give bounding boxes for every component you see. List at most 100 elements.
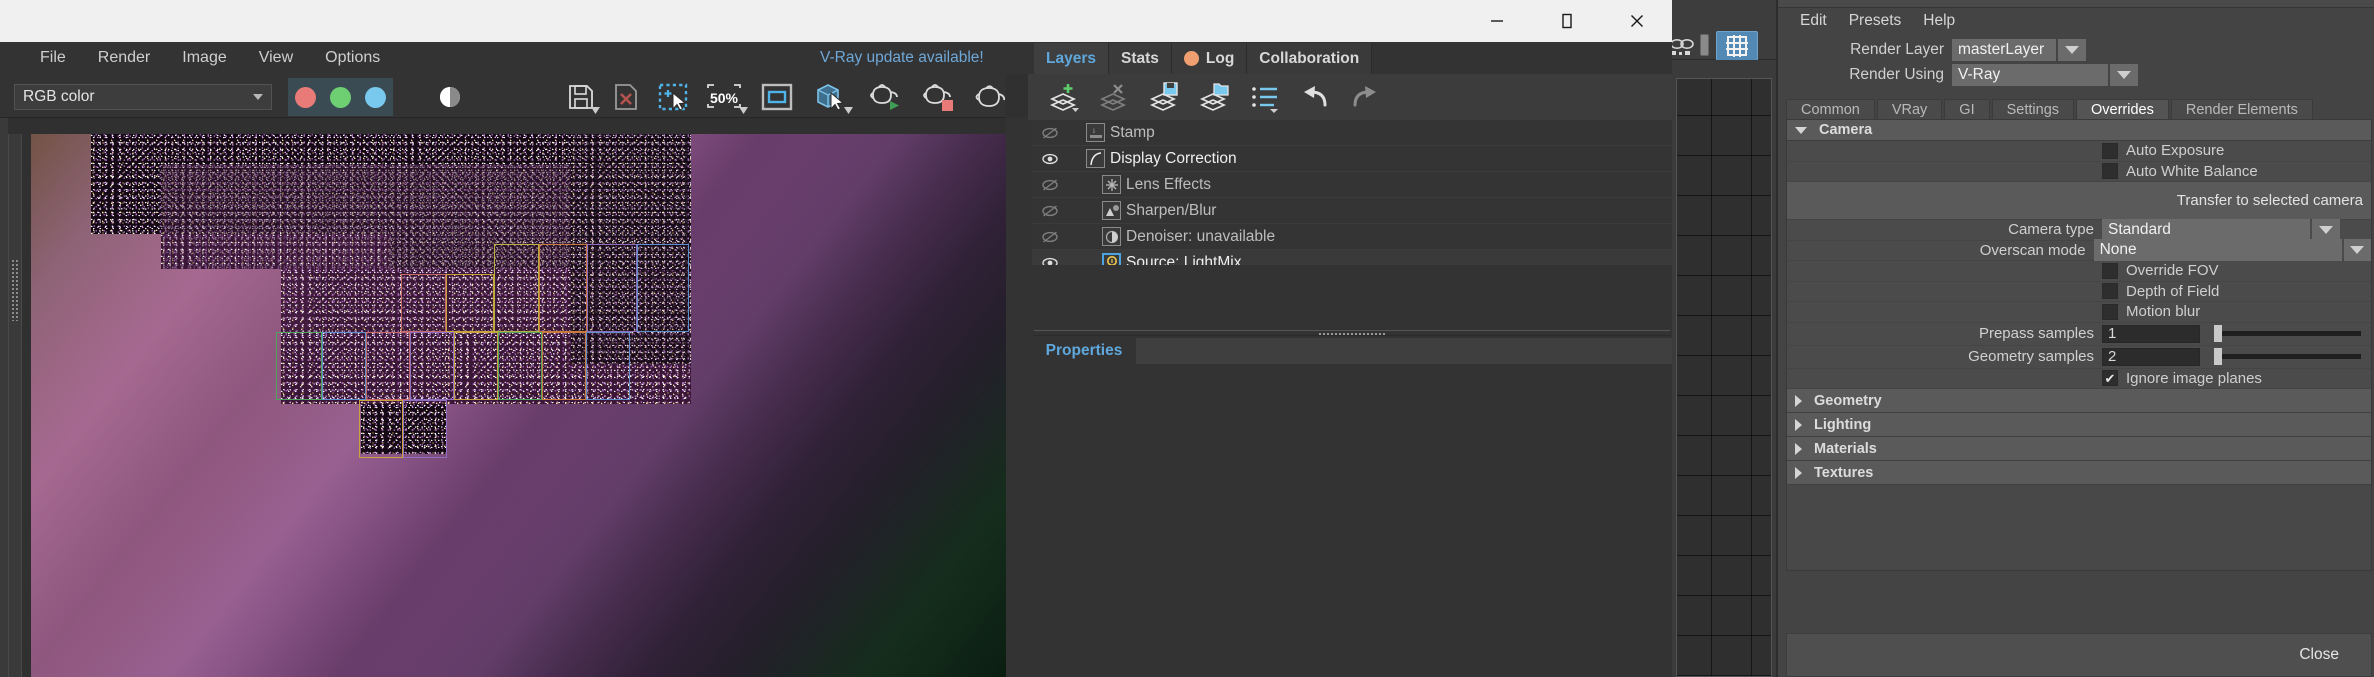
slider-thumb[interactable] [2214,348,2222,365]
green-channel-icon[interactable] [323,78,358,116]
render-using-dropdown-arrow[interactable] [2110,64,2138,86]
tab-gi[interactable]: GI [1944,99,1990,120]
auto-exposure-checkbox[interactable] [2102,142,2118,159]
window-titlebar[interactable] [0,0,1672,42]
scrollbar-grip[interactable] [11,259,19,321]
delete-layer-icon[interactable] [1092,77,1138,117]
tab-layers[interactable]: Layers [1034,43,1109,74]
geometry-samples-slider[interactable] [2214,348,2361,365]
tab-collaboration[interactable]: Collaboration [1247,43,1373,74]
menu-edit[interactable]: Edit [1800,12,1827,30]
maximize-button[interactable] [1532,0,1602,42]
prepass-samples-field[interactable]: 1 [2102,324,2200,343]
auto-white-balance-checkbox[interactable] [2102,163,2118,180]
pick-object-icon[interactable] [807,80,853,114]
image-vertical-scrollbar[interactable] [8,134,22,677]
table-row[interactable]: Denoiser: unavailable [1032,224,1672,250]
depth-of-field-checkbox[interactable] [2102,283,2118,300]
grid-snap-icon[interactable] [1716,31,1758,61]
load-layers-icon[interactable] [1192,77,1238,117]
menu-options[interactable]: Options [309,42,396,74]
overscan-mode-select[interactable]: None [2093,239,2342,262]
render-layer-select[interactable]: masterLayer [1952,39,2056,61]
menu-image[interactable]: Image [166,42,242,74]
vfb-vertical-splitter[interactable] [1006,118,1028,677]
render-using-row: Render Using V-Ray [1778,63,2374,87]
minimize-button[interactable] [1462,0,1532,42]
maya-viewport[interactable] [1672,60,1776,677]
tab-stats[interactable]: Stats [1108,43,1172,74]
tab-log[interactable]: Log [1171,43,1248,74]
blue-channel-icon[interactable] [358,78,393,116]
tab-settings[interactable]: Settings [1991,99,2075,120]
lighting-section-header[interactable]: Lighting [1787,413,2371,437]
table-row[interactable]: Lens Effects [1032,172,1672,198]
vray-update-notice[interactable]: V-Ray update available! [820,42,984,74]
menu-presets[interactable]: Presets [1849,12,1902,30]
channel-select-value: RGB color [23,88,95,105]
table-row[interactable]: Display Correction [1032,146,1672,172]
menu-view[interactable]: View [243,42,309,74]
blue-dot [365,86,386,108]
overscan-mode-dropdown-arrow[interactable] [2343,239,2371,262]
geometry-section-header[interactable]: Geometry [1787,389,2371,413]
start-render-icon[interactable] [862,80,908,114]
save-layers-icon[interactable] [1142,77,1188,117]
auto-white-balance-label: Auto White Balance [2126,162,2258,180]
tab-render-elements[interactable]: Render Elements [2170,99,2313,120]
save-image-icon[interactable] [560,80,602,114]
layer-visibility-toggle[interactable] [1032,152,1068,166]
camera-type-select[interactable]: Standard [2102,218,2310,241]
slider-thumb[interactable] [2214,325,2222,342]
properties-header: Properties [1032,338,1672,364]
render-image-view[interactable] [31,134,1006,677]
motion-blur-checkbox[interactable] [2102,303,2118,320]
tab-vray[interactable]: VRay [1876,99,1943,120]
layer-visibility-toggle[interactable] [1032,126,1068,140]
table-row[interactable]: i Stamp [1032,120,1672,146]
tab-common[interactable]: Common [1786,99,1875,120]
close-button[interactable] [1602,0,1672,42]
menu-help[interactable]: Help [1923,12,1955,30]
ignore-image-planes-checkbox[interactable] [2102,370,2118,387]
render-last-icon[interactable] [968,80,1012,114]
add-layer-icon[interactable] [1042,77,1088,117]
layers-properties-splitter[interactable] [1034,330,1670,337]
channel-select[interactable]: RGB color [14,84,272,110]
stop-render-icon[interactable] [915,80,961,114]
camera-section-header[interactable]: Camera [1787,120,2371,141]
clear-image-icon[interactable] [605,80,647,114]
layer-visibility-toggle[interactable] [1032,204,1068,218]
layer-presets-icon[interactable] [1242,77,1288,117]
camera-type-dropdown-arrow[interactable] [2312,218,2340,241]
layer-visibility-toggle[interactable] [1032,178,1068,192]
table-row[interactable]: Sharpen/Blur [1032,198,1672,224]
alpha-channel-icon[interactable] [432,80,468,114]
fit-to-window-icon[interactable] [755,80,799,114]
close-button[interactable]: Close [2299,646,2339,664]
geometry-samples-field[interactable]: 2 [2102,347,2200,366]
layer-visibility-toggle[interactable] [1032,230,1068,244]
layer-name: Display Correction [1110,149,1237,167]
textures-section-header[interactable]: Textures [1787,461,2371,485]
geometry-section-title: Geometry [1814,392,1882,409]
tab-overrides[interactable]: Overrides [2076,99,2169,120]
redo-icon[interactable] [1342,77,1388,117]
zoom-level-icon[interactable]: 50% [700,80,748,114]
chevron-down-icon [2319,225,2333,234]
render-layer-dropdown-arrow[interactable] [2058,39,2086,61]
region-render-icon[interactable] [652,80,694,114]
red-channel-icon[interactable] [288,78,323,116]
maya-slider-handle[interactable] [1700,34,1709,56]
prepass-samples-slider[interactable] [2214,325,2361,342]
menu-file[interactable]: File [24,42,82,74]
override-fov-checkbox[interactable] [2102,262,2118,279]
splitter-grip[interactable] [1318,332,1386,337]
materials-section-header[interactable]: Materials [1787,437,2371,461]
properties-title: Properties [1032,338,1136,364]
menu-render[interactable]: Render [82,42,166,74]
transfer-to-selected-camera-button[interactable]: Transfer to selected camera [1787,182,2371,220]
undo-icon[interactable] [1292,77,1338,117]
render-using-select[interactable]: V-Ray [1952,64,2108,86]
construction-history-icon[interactable] [1668,36,1698,58]
